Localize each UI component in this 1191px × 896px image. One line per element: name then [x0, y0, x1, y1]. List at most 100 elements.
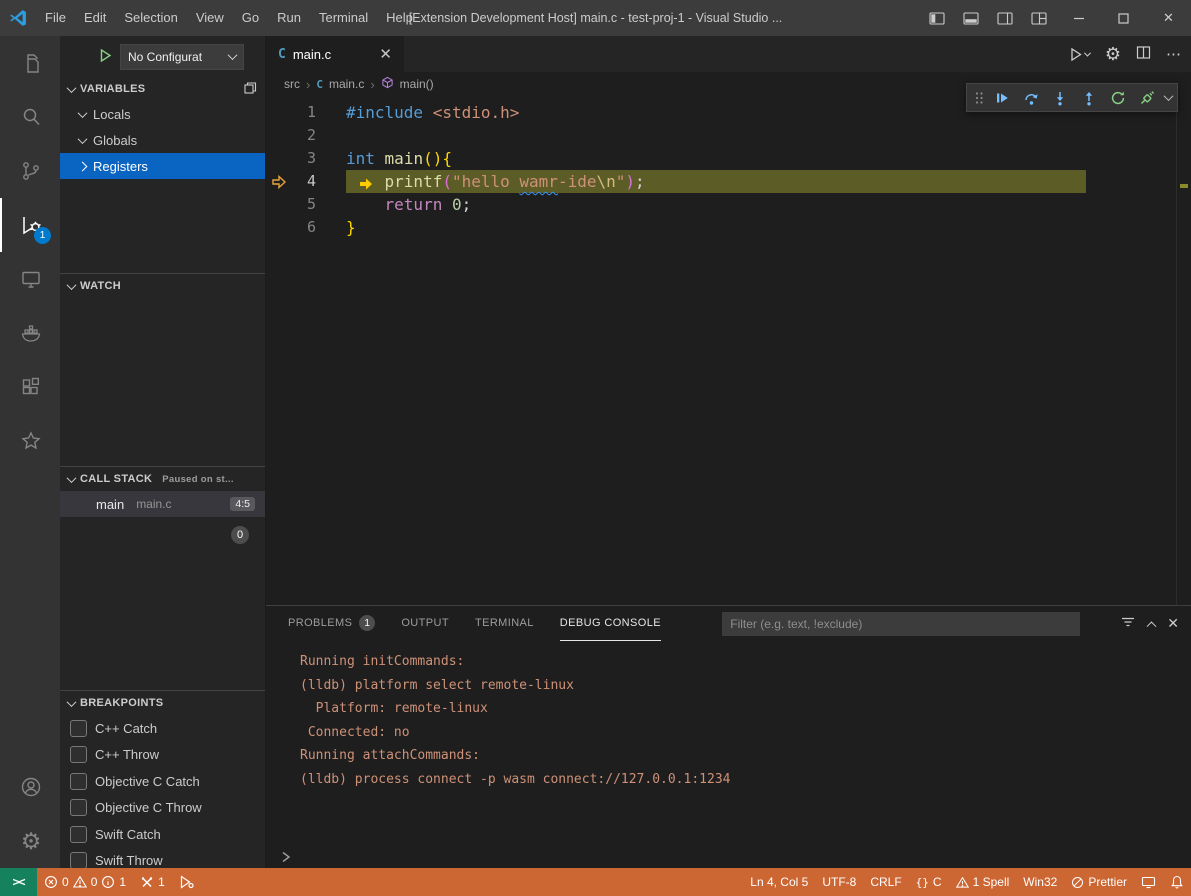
console-input-prompt[interactable] — [279, 850, 293, 864]
launch-configuration-dropdown[interactable]: No Configurat — [120, 44, 244, 70]
breadcrumb-file[interactable]: main.c — [329, 77, 364, 91]
filter-icon[interactable] — [1120, 614, 1136, 633]
menu-run[interactable]: Run — [268, 0, 310, 36]
close-panel-icon[interactable]: ✕ — [1167, 615, 1179, 632]
step-over-button[interactable] — [1018, 85, 1044, 110]
breadcrumb-folder[interactable]: src — [284, 77, 300, 91]
checkbox[interactable] — [70, 746, 87, 763]
step-out-button[interactable] — [1076, 85, 1102, 110]
cursor-position[interactable]: Ln 4, Col 5 — [743, 868, 815, 896]
call-stack-header[interactable]: CALL STACK Paused on st... — [60, 467, 265, 491]
menu-help[interactable]: Help — [377, 0, 422, 36]
breakpoint-cpp-throw[interactable]: C++ Throw — [60, 742, 265, 769]
settings-gear-icon[interactable]: ⚙ — [0, 814, 60, 868]
tab-debug-console[interactable]: DEBUG CONSOLE — [560, 606, 661, 641]
spell-checker-status[interactable]: 1 Spell — [949, 868, 1017, 896]
checkbox[interactable] — [70, 852, 87, 868]
toolchain-status[interactable]: 1 — [133, 868, 172, 896]
overview-ruler[interactable] — [1176, 96, 1177, 605]
search-icon[interactable] — [0, 90, 60, 144]
toggle-secondary-sidebar-icon[interactable] — [988, 0, 1022, 36]
breakpoint-cpp-catch[interactable]: C++ Catch — [60, 715, 265, 742]
minimize-button[interactable] — [1056, 0, 1101, 36]
extensions-icon[interactable] — [0, 360, 60, 414]
code-line-5[interactable]: 5 return 0; — [266, 193, 1191, 216]
tab-terminal[interactable]: TERMINAL — [475, 606, 534, 641]
maximize-panel-icon[interactable] — [1147, 621, 1157, 631]
menu-terminal[interactable]: Terminal — [310, 0, 377, 36]
notifications-bell-icon[interactable] — [1163, 868, 1191, 896]
formatter-status[interactable]: Prettier — [1064, 868, 1134, 896]
checkbox[interactable] — [70, 773, 87, 790]
split-editor-icon[interactable] — [1136, 45, 1151, 63]
variables-scope-locals[interactable]: Locals — [60, 101, 265, 127]
breakpoint-gutter[interactable] — [266, 147, 292, 170]
watch-header[interactable]: WATCH — [60, 274, 265, 298]
restart-button[interactable] — [1105, 85, 1131, 110]
close-tab-icon[interactable]: ✕ — [379, 45, 392, 63]
debug-status[interactable] — [172, 868, 201, 896]
variables-header[interactable]: VARIABLES — [60, 77, 265, 101]
problems-status[interactable]: 0 0 1 — [37, 868, 133, 896]
toolbar-drag-handle[interactable] — [972, 90, 986, 106]
stack-frame-row[interactable]: main main.c 4:5 — [60, 491, 265, 517]
toggle-sidebar-icon[interactable] — [920, 0, 954, 36]
variables-scope-registers[interactable]: Registers — [60, 153, 265, 179]
code-line-3[interactable]: 3int main(){ — [266, 147, 1191, 170]
step-into-button[interactable] — [1047, 85, 1073, 110]
eol-indicator[interactable]: CRLF — [863, 868, 908, 896]
breakpoint-gutter[interactable] — [266, 216, 292, 239]
breadcrumb-symbol[interactable]: main() — [400, 77, 434, 91]
close-window-button[interactable]: ✕ — [1146, 0, 1191, 36]
code-line-6[interactable]: 6} — [266, 216, 1191, 239]
more-actions-icon[interactable]: ⋯ — [1166, 45, 1181, 63]
checkbox[interactable] — [70, 720, 87, 737]
breakpoints-header[interactable]: BREAKPOINTS — [60, 691, 265, 715]
start-debugging-button[interactable] — [98, 48, 113, 66]
tab-output[interactable]: OUTPUT — [401, 606, 449, 641]
code-editor[interactable]: 1#include <stdio.h>23int main(){4 printf… — [266, 96, 1191, 605]
maximize-button[interactable] — [1101, 0, 1146, 36]
tab-problems[interactable]: PROBLEMS 1 — [288, 606, 375, 641]
toggle-panel-icon[interactable] — [954, 0, 988, 36]
platform-indicator[interactable]: Win32 — [1016, 868, 1064, 896]
continue-button[interactable] — [989, 85, 1015, 110]
language-mode[interactable]: {} C — [909, 868, 949, 896]
menu-file[interactable]: File — [36, 0, 75, 36]
remote-indicator[interactable]: >< — [0, 868, 37, 896]
menu-selection[interactable]: Selection — [115, 0, 186, 36]
disconnect-button[interactable] — [1134, 85, 1160, 110]
code-line-2[interactable]: 2 — [266, 124, 1191, 147]
debug-session-chevron-icon[interactable] — [1164, 91, 1174, 101]
console-filter-input[interactable] — [722, 612, 1080, 636]
breakpoint-gutter[interactable] — [266, 124, 292, 147]
tab-main-c[interactable]: C main.c ✕ — [266, 36, 404, 72]
run-or-debug-button[interactable] — [1068, 47, 1090, 62]
breakpoint-gutter[interactable] — [266, 101, 292, 124]
remote-window-icon[interactable] — [1134, 868, 1163, 896]
menu-edit[interactable]: Edit — [75, 0, 115, 36]
code-line-4[interactable]: 4 printf("hello wamr-ide\n"); — [266, 170, 1191, 193]
customize-layout-icon[interactable] — [1022, 0, 1056, 36]
debug-current-line-arrow-icon[interactable] — [266, 170, 292, 193]
explorer-icon[interactable] — [0, 36, 60, 90]
run-and-debug-icon[interactable]: 1 — [0, 198, 60, 252]
encoding-indicator[interactable]: UTF-8 — [815, 868, 863, 896]
menu-view[interactable]: View — [187, 0, 233, 36]
favorites-star-icon[interactable] — [0, 414, 60, 468]
menu-go[interactable]: Go — [233, 0, 268, 36]
checkbox[interactable] — [70, 799, 87, 816]
breakpoint-objc-catch[interactable]: Objective C Catch — [60, 768, 265, 795]
breakpoint-gutter[interactable] — [266, 193, 292, 216]
variables-scope-globals[interactable]: Globals — [60, 127, 265, 153]
docker-icon[interactable] — [0, 306, 60, 360]
checkbox[interactable] — [70, 826, 87, 843]
open-launch-settings-icon[interactable]: ⚙ — [1105, 45, 1121, 63]
views-panel-icon[interactable] — [243, 81, 257, 98]
accounts-icon[interactable] — [0, 760, 60, 814]
breakpoint-swift-throw[interactable]: Swift Throw — [60, 848, 265, 869]
source-control-icon[interactable] — [0, 144, 60, 198]
breakpoint-swift-catch[interactable]: Swift Catch — [60, 821, 265, 848]
remote-explorer-icon[interactable] — [0, 252, 60, 306]
breakpoint-objc-throw[interactable]: Objective C Throw — [60, 795, 265, 822]
